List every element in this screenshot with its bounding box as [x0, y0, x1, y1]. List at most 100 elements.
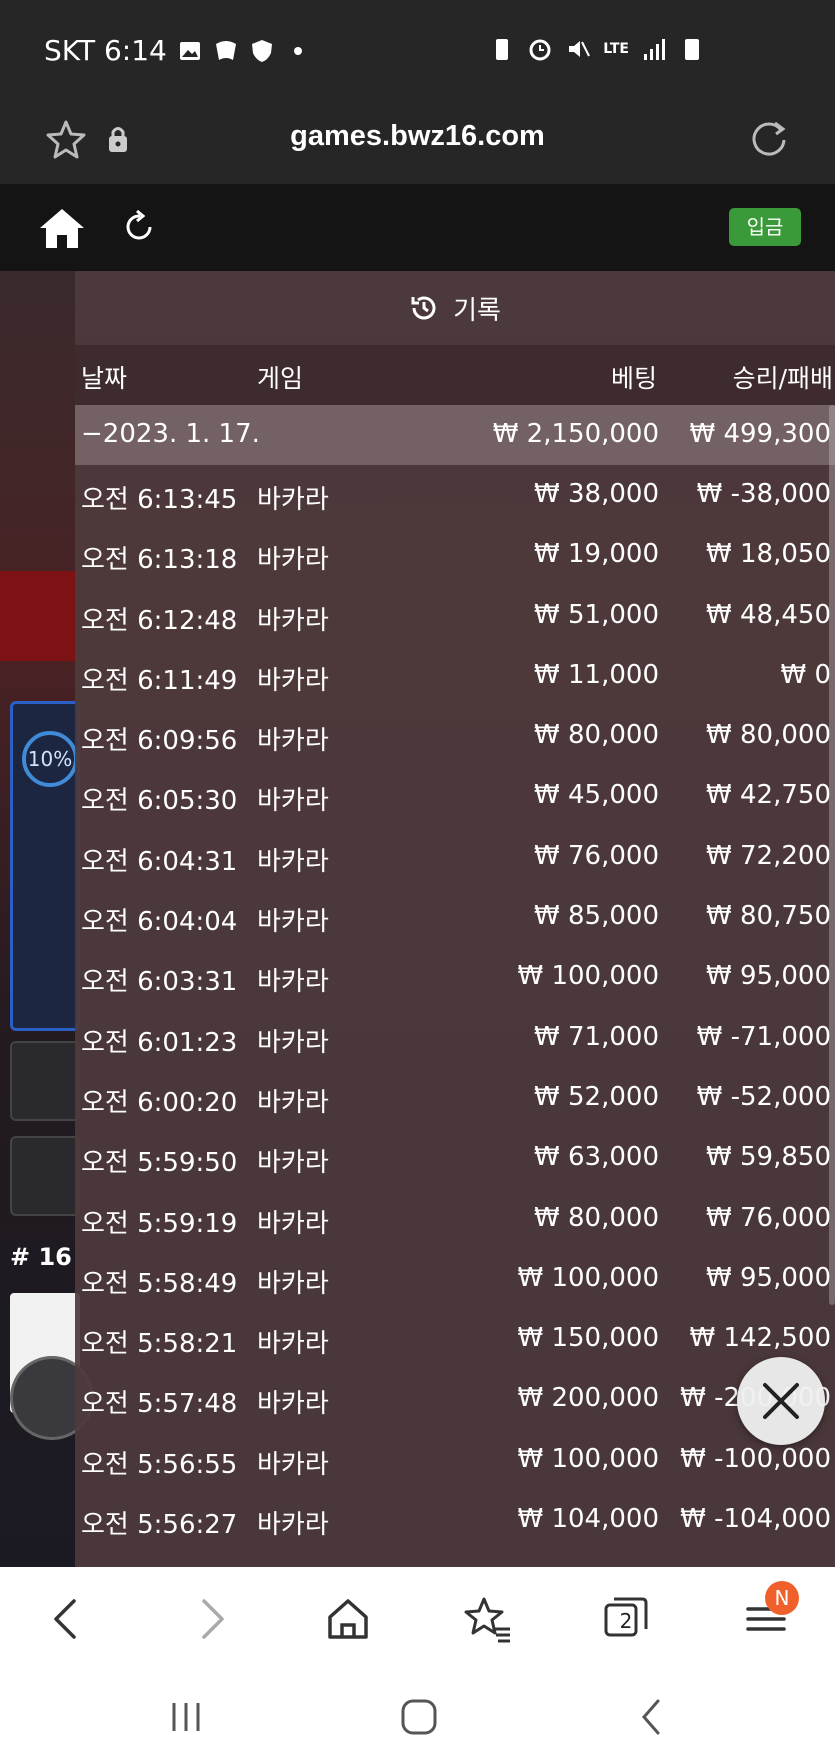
deposit-button[interactable]: 입금: [729, 208, 801, 246]
home-icon[interactable]: [322, 1593, 374, 1645]
row-win-loss: ₩ -71,000: [696, 1021, 831, 1052]
panel-title-text: 기록: [453, 295, 501, 326]
system-back-icon[interactable]: [630, 1695, 674, 1739]
row-time: 오전 6:01:23: [81, 1027, 238, 1058]
tabs-button[interactable]: 2: [600, 1593, 652, 1645]
row-game: 바카라: [257, 1027, 329, 1058]
scrollbar[interactable]: [829, 405, 835, 1305]
column-win-loss: 승리/패배: [732, 364, 833, 393]
column-game: 게임: [257, 364, 304, 393]
history-panel: 기록 날짜 게임 베팅 승리/패배 −2023. 1. 17. ₩ 2,150,…: [75, 271, 835, 1567]
system-nav-bar: [0, 1673, 835, 1763]
home-icon[interactable]: [38, 206, 86, 250]
row-time: 오전 6:04:04: [81, 907, 238, 938]
row-time: 오전 5:59:50: [81, 1148, 238, 1179]
status-right: LTE: [489, 36, 705, 62]
row-bet: ₩ 52,000: [534, 1081, 659, 1112]
history-row: 오전 5:57:48바카라₩ 200,000₩ -200,000: [75, 1369, 835, 1429]
row-game: 바카라: [257, 545, 329, 576]
row-win-loss: ₩ -100,000: [680, 1443, 831, 1474]
row-time: 오전 6:05:30: [81, 786, 238, 817]
row-game: 바카라: [257, 846, 329, 877]
row-game: 바카라: [257, 665, 329, 696]
back-icon[interactable]: [42, 1593, 94, 1645]
url-text[interactable]: games.bwz16.com: [0, 120, 835, 153]
history-row: 오전 5:56:27 바카라 ₩ 104,000 ₩ -104,000: [75, 1490, 835, 1550]
row-bet: ₩ 11,000: [534, 659, 659, 690]
row-time: 오전 5:56:55: [81, 1449, 238, 1480]
row-time: 오전 5:58:21: [81, 1329, 238, 1360]
row-win-loss: ₩ 0: [780, 659, 831, 690]
browser-url-bar: games.bwz16.com: [0, 100, 835, 184]
history-row: 오전 6:04:04 바카라 ₩ 85,000 ₩ 80,750: [75, 887, 835, 947]
game-header: 입금: [0, 184, 835, 271]
history-row: 오전 6:13:18 바카라 ₩ 19,000 ₩ 18,050: [75, 525, 835, 585]
row-win-loss: ₩ 48,450: [706, 599, 831, 630]
row-bet: ₩ 51,000: [534, 599, 659, 630]
row-bet: ₩ 100,000: [517, 1443, 660, 1474]
battery-icon: [685, 39, 699, 60]
row-time: 오전 5:58:49: [81, 1268, 238, 1299]
row-bet: ₩ 200,000: [517, 1383, 660, 1414]
history-row: 오전 6:00:20 바카라 ₩ 52,000 ₩ -52,000: [75, 1068, 835, 1128]
row-time: 오전 6:13:18: [81, 545, 238, 576]
row-bet: ₩ 104,000: [517, 1504, 660, 1535]
history-row: 오전 5:56:55 바카라 ₩ 100,000 ₩ -100,000: [75, 1430, 835, 1490]
row-time: 오전 5:59:19: [81, 1208, 238, 1239]
signal-icon: [644, 39, 665, 60]
row-bet: ₩ 45,000: [534, 780, 659, 811]
row-bet: ₩ 19,000: [534, 539, 659, 570]
row-bet: ₩ 85,000: [534, 901, 659, 932]
row-bet: ₩ 63,000: [534, 1142, 659, 1173]
reload-icon[interactable]: [747, 116, 791, 160]
row-time: 오전 6:13:45: [81, 485, 238, 515]
row-win-loss: ₩ 80,750: [706, 901, 831, 932]
history-icon: [411, 296, 436, 320]
side-button-2[interactable]: [10, 1136, 80, 1216]
table-header: 날짜 게임 베팅 승리/패배: [75, 345, 835, 405]
notification-badge: N: [765, 1581, 799, 1615]
row-game: 바카라: [257, 485, 329, 515]
row-game: 바카라: [257, 1329, 329, 1360]
history-row: 오전 6:04:31 바카라 ₩ 76,000 ₩ 72,200: [75, 827, 835, 887]
history-row: 오전 5:59:19 바카라 ₩ 80,000 ₩ 76,000: [75, 1189, 835, 1249]
row-time: 오전 6:00:20: [81, 1087, 238, 1118]
round-number: # 16: [10, 1243, 72, 1271]
history-row: 오전 5:58:49 바카라 ₩ 100,000 ₩ 95,000: [75, 1249, 835, 1309]
chat-icon: [215, 40, 236, 60]
row-time: 오전 5:57:48: [81, 1389, 238, 1420]
close-button[interactable]: [737, 1357, 825, 1445]
history-row: 오전 5:59:50 바카라 ₩ 63,000 ₩ 59,850: [75, 1128, 835, 1188]
row-bet: ₩ 71,000: [534, 1021, 659, 1052]
gallery-icon: [179, 41, 200, 60]
row-game: 바카라: [257, 605, 329, 636]
browser-toolbar: 2 N: [0, 1567, 835, 1673]
history-row: 오전 6:12:48 바카라 ₩ 51,000 ₩ 48,450: [75, 586, 835, 646]
row-game: 바카라: [257, 967, 329, 998]
date-summary-row[interactable]: −2023. 1. 17. ₩ 2,150,000 ₩ 499,300: [75, 405, 835, 465]
system-home-icon[interactable]: [397, 1695, 441, 1739]
close-icon: [763, 1383, 799, 1419]
row-time: 오전 6:12:48: [81, 605, 238, 636]
refresh-icon[interactable]: [123, 210, 157, 244]
row-win-loss: ₩ 18,050: [706, 539, 831, 570]
status-left: SKT 6:14: [44, 34, 311, 67]
summary-win-loss: ₩ 499,300: [689, 419, 832, 449]
row-time: 오전 6:03:31: [81, 967, 238, 998]
mute-icon: [569, 41, 591, 57]
history-row: 오전 5:58:21 바카라 ₩ 150,000 ₩ 142,500: [75, 1309, 835, 1369]
row-game: 바카라: [257, 1148, 329, 1179]
row-game: 바카라: [257, 786, 329, 817]
row-win-loss: ₩ 42,750: [706, 780, 831, 811]
row-game: 바카라: [257, 726, 329, 757]
side-button-1[interactable]: [10, 1041, 80, 1121]
forward-icon[interactable]: [184, 1593, 236, 1645]
row-win-loss: ₩ 80,000: [706, 720, 831, 751]
row-win-loss: ₩ -38,000: [696, 479, 831, 509]
row-win-loss: ₩ -52,000: [696, 1081, 831, 1112]
row-game: 바카라: [257, 1208, 329, 1239]
recent-apps-icon[interactable]: [164, 1695, 208, 1739]
row-win-loss: ₩ 76,000: [706, 1202, 831, 1233]
row-game: 바카라: [257, 1268, 329, 1299]
bookmarks-icon[interactable]: [462, 1593, 514, 1645]
